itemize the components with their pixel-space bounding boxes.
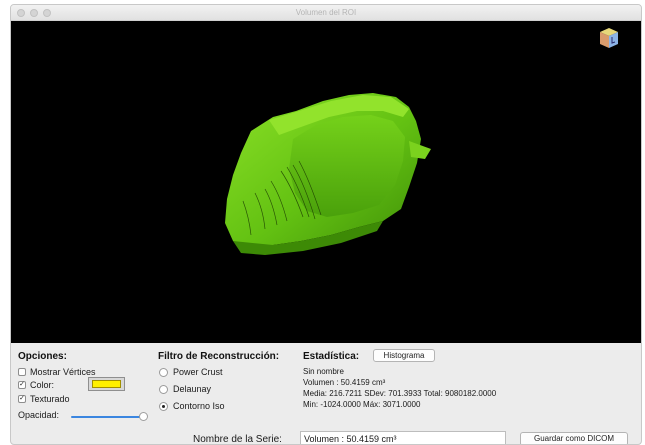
textured-check-icon[interactable]: ✓ — [18, 395, 26, 403]
filter-option-contorno-iso[interactable]: Contorno Iso — [159, 401, 225, 411]
histogram-button[interactable]: Histograma — [373, 349, 435, 362]
window-title: Volumen del ROI — [295, 8, 357, 17]
color-checkbox[interactable]: ✓ Color: — [18, 380, 54, 390]
show-vertices-check-icon[interactable] — [18, 368, 26, 376]
save-dicom-button[interactable]: Guardar como DICOM — [520, 432, 628, 444]
filter-option-delaunay[interactable]: Delaunay — [159, 384, 211, 394]
roi-surface-render — [225, 93, 431, 255]
power-crust-label: Power Crust — [173, 367, 223, 377]
roi-volume-window: Volumen del ROI Opciones: Mostrar Vértic… — [10, 4, 642, 445]
filter-title: Filtro de Reconstrucción: — [158, 351, 280, 362]
stats-volume: Volumen : 50.4159 cm³ — [303, 378, 386, 387]
opacity-slider-knob[interactable] — [139, 412, 148, 421]
show-vertices-checkbox[interactable]: Mostrar Vértices — [18, 367, 96, 377]
stats-roi-name: Sin nombre — [303, 367, 344, 376]
show-vertices-label: Mostrar Vértices — [30, 367, 96, 377]
textured-label: Texturado — [30, 394, 70, 404]
textured-checkbox[interactable]: ✓ Texturado — [18, 394, 70, 404]
color-swatch-fill — [92, 380, 121, 388]
color-swatch-button[interactable] — [88, 377, 125, 391]
stats-min-max: Min: -1024.0000 Máx: 3071.0000 — [303, 400, 421, 409]
title-bar[interactable]: Volumen del ROI — [11, 5, 641, 21]
delaunay-radio[interactable] — [159, 384, 168, 394]
orientation-cube-icon[interactable] — [599, 27, 619, 49]
options-title: Opciones: — [18, 351, 67, 362]
opacity-row: Opacidad: — [18, 410, 59, 420]
contorno-iso-radio[interactable] — [159, 401, 168, 411]
delaunay-label: Delaunay — [173, 384, 212, 394]
opacity-slider[interactable] — [71, 412, 149, 421]
filter-option-power-crust[interactable]: Power Crust — [159, 367, 223, 377]
series-name-input[interactable] — [300, 431, 506, 444]
stats-mean-sdev-total: Media: 216.7211 SDev: 701.3933 Total: 90… — [303, 389, 497, 398]
color-label: Color: — [30, 380, 55, 390]
3d-viewport[interactable] — [11, 21, 641, 343]
opacity-label: Opacidad: — [18, 410, 60, 420]
power-crust-radio[interactable] — [159, 367, 168, 377]
opacity-slider-track — [71, 416, 143, 418]
contorno-iso-label: Contorno Iso — [173, 401, 225, 411]
series-name-label: Nombre de la Serie: — [193, 434, 282, 445]
controls-panel: Opciones: Mostrar Vértices ✓ Color: ✓ Te… — [11, 343, 641, 445]
color-check-icon[interactable]: ✓ — [18, 381, 26, 389]
stats-title: Estadística: — [303, 351, 360, 362]
